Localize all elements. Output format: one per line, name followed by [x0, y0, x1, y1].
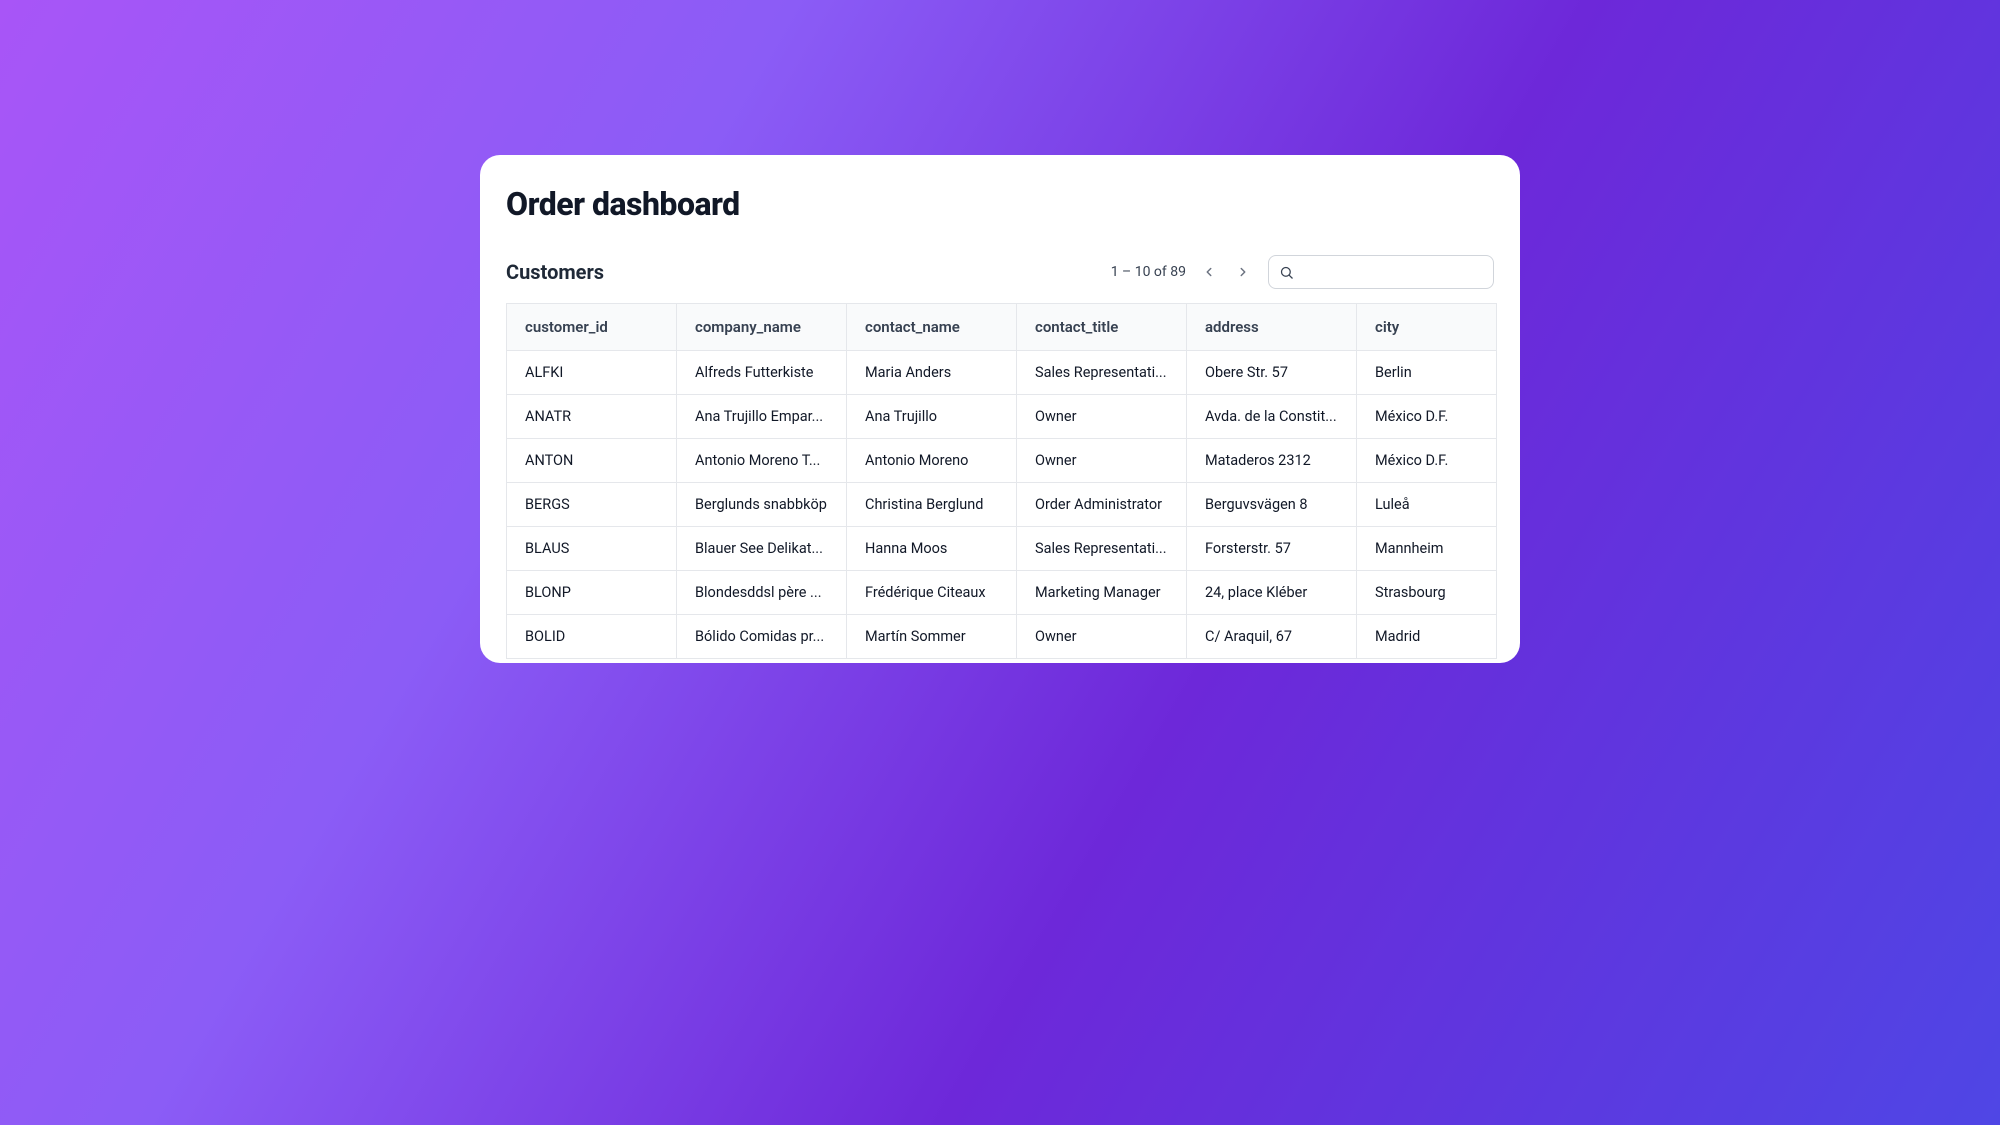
- cell-customer_id: BLAUS: [507, 527, 677, 571]
- pagination-label: 1 – 10 of 89: [1111, 264, 1186, 280]
- column-header-contact-name[interactable]: contact_name: [847, 304, 1017, 351]
- column-header-company-name[interactable]: company_name: [677, 304, 847, 351]
- cell-company_name: Blauer See Delikat...: [677, 527, 847, 571]
- cell-address: Forsterstr. 57: [1187, 527, 1357, 571]
- section-title: Customers: [506, 260, 604, 284]
- cell-contact_name: Ana Trujillo: [847, 395, 1017, 439]
- cell-contact_title: Owner: [1017, 615, 1187, 659]
- cell-address: Avda. de la Constit...: [1187, 395, 1357, 439]
- cell-contact_title: Order Administrator: [1017, 483, 1187, 527]
- cell-customer_id: BLONP: [507, 571, 677, 615]
- cell-address: Mataderos 2312: [1187, 439, 1357, 483]
- pagination: 1 – 10 of 89: [1111, 257, 1258, 287]
- cell-contact_title: Sales Representati...: [1017, 351, 1187, 395]
- cell-contact_name: Martín Sommer: [847, 615, 1017, 659]
- table-header: customer_id company_name contact_name co…: [507, 304, 1497, 351]
- table-row[interactable]: ALFKIAlfreds FutterkisteMaria AndersSale…: [507, 351, 1497, 395]
- cell-contact_name: Frédérique Citeaux: [847, 571, 1017, 615]
- cell-company_name: Alfreds Futterkiste: [677, 351, 847, 395]
- toolbar-right: 1 – 10 of 89: [1111, 255, 1494, 289]
- cell-contact_title: Owner: [1017, 439, 1187, 483]
- cell-company_name: Ana Trujillo Empar...: [677, 395, 847, 439]
- search-box[interactable]: [1268, 255, 1494, 289]
- table-row[interactable]: BLAUSBlauer See Delikat...Hanna MoosSale…: [507, 527, 1497, 571]
- cell-contact_title: Sales Representati...: [1017, 527, 1187, 571]
- cell-city: Mannheim: [1357, 527, 1497, 571]
- cell-company_name: Berglunds snabbköp: [677, 483, 847, 527]
- column-header-contact-title[interactable]: contact_title: [1017, 304, 1187, 351]
- cell-city: México D.F.: [1357, 439, 1497, 483]
- cell-contact_name: Christina Berglund: [847, 483, 1017, 527]
- chevron-right-icon: [1236, 265, 1250, 279]
- table-row[interactable]: ANATRAna Trujillo Empar...Ana TrujilloOw…: [507, 395, 1497, 439]
- toolbar: Customers 1 – 10 of 89: [506, 255, 1494, 289]
- cell-contact_name: Antonio Moreno: [847, 439, 1017, 483]
- search-icon: [1279, 265, 1294, 280]
- cell-contact_name: Hanna Moos: [847, 527, 1017, 571]
- cell-customer_id: ANATR: [507, 395, 677, 439]
- cell-city: Luleå: [1357, 483, 1497, 527]
- column-header-address[interactable]: address: [1187, 304, 1357, 351]
- table-row[interactable]: ANTONAntonio Moreno T...Antonio MorenoOw…: [507, 439, 1497, 483]
- cell-customer_id: ANTON: [507, 439, 677, 483]
- cell-company_name: Antonio Moreno T...: [677, 439, 847, 483]
- column-header-city[interactable]: city: [1357, 304, 1497, 351]
- next-page-button[interactable]: [1228, 257, 1258, 287]
- cell-contact_name: Maria Anders: [847, 351, 1017, 395]
- cell-contact_title: Marketing Manager: [1017, 571, 1187, 615]
- cell-city: Strasbourg: [1357, 571, 1497, 615]
- cell-address: 24, place Kléber: [1187, 571, 1357, 615]
- chevron-left-icon: [1202, 265, 1216, 279]
- search-input[interactable]: [1302, 264, 1483, 280]
- column-header-customer-id[interactable]: customer_id: [507, 304, 677, 351]
- cell-city: México D.F.: [1357, 395, 1497, 439]
- cell-customer_id: ALFKI: [507, 351, 677, 395]
- dashboard-card: Order dashboard Customers 1 – 10 of 89 c…: [480, 155, 1520, 663]
- cell-address: C/ Araquil, 67: [1187, 615, 1357, 659]
- table-body: ALFKIAlfreds FutterkisteMaria AndersSale…: [507, 351, 1497, 659]
- cell-customer_id: BERGS: [507, 483, 677, 527]
- page-title: Order dashboard: [506, 185, 1494, 223]
- cell-address: Obere Str. 57: [1187, 351, 1357, 395]
- cell-city: Berlin: [1357, 351, 1497, 395]
- cell-company_name: Blondesddsl père ...: [677, 571, 847, 615]
- customers-table: customer_id company_name contact_name co…: [506, 303, 1497, 659]
- cell-contact_title: Owner: [1017, 395, 1187, 439]
- cell-city: Madrid: [1357, 615, 1497, 659]
- table-row[interactable]: BLONPBlondesddsl père ...Frédérique Cite…: [507, 571, 1497, 615]
- prev-page-button[interactable]: [1194, 257, 1224, 287]
- cell-address: Berguvsvägen 8: [1187, 483, 1357, 527]
- table-row[interactable]: BERGSBerglunds snabbköpChristina Berglun…: [507, 483, 1497, 527]
- table-row[interactable]: BOLIDBólido Comidas pr...Martín SommerOw…: [507, 615, 1497, 659]
- cell-company_name: Bólido Comidas pr...: [677, 615, 847, 659]
- cell-customer_id: BOLID: [507, 615, 677, 659]
